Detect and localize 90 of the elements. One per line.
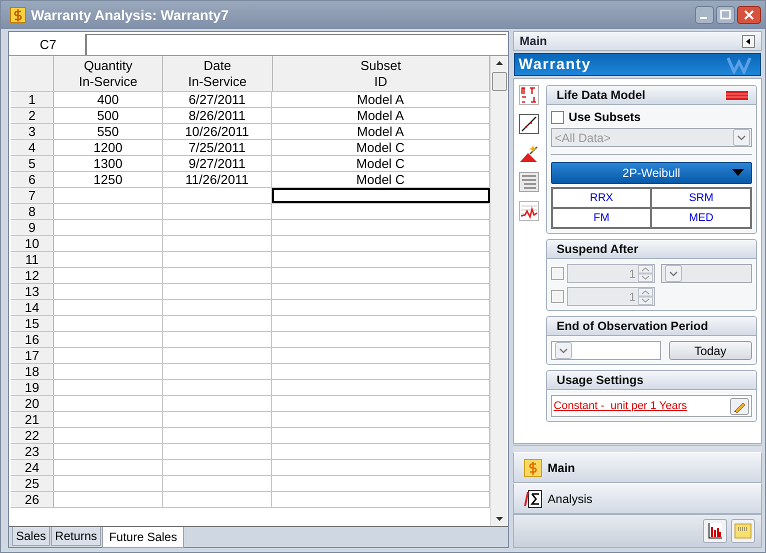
parameters-icon[interactable] bbox=[518, 85, 539, 105]
pencil-icon[interactable] bbox=[730, 398, 749, 414]
plot-line-icon[interactable] bbox=[518, 114, 539, 134]
sheet-tab[interactable]: Future Sales bbox=[102, 527, 184, 548]
section-header[interactable]: Usage Settings bbox=[546, 371, 756, 390]
row-header[interactable]: 8 bbox=[11, 204, 54, 219]
expand-icon[interactable] bbox=[726, 90, 748, 100]
nav-item[interactable]: Analysis bbox=[512, 483, 762, 514]
section-header[interactable]: Suspend After bbox=[546, 240, 756, 259]
row-header[interactable]: 9 bbox=[11, 220, 54, 235]
row-header[interactable]: 5 bbox=[11, 156, 54, 171]
distribution-button[interactable]: 2P-Weibull bbox=[550, 162, 752, 184]
section-title: Usage Settings bbox=[556, 373, 644, 387]
row-header[interactable]: 18 bbox=[11, 364, 54, 379]
row-header[interactable]: 15 bbox=[11, 316, 54, 331]
sheet-tab[interactable]: Returns bbox=[51, 527, 102, 546]
corner-cell[interactable] bbox=[11, 56, 54, 91]
row-header[interactable]: 6 bbox=[11, 172, 54, 187]
row-header[interactable]: 19 bbox=[11, 380, 54, 395]
row-header[interactable]: 26 bbox=[11, 492, 54, 507]
dollar-icon bbox=[10, 7, 26, 23]
dropdown-arrow-icon bbox=[732, 169, 744, 176]
bar-chart-icon[interactable] bbox=[703, 519, 727, 543]
method-button[interactable]: SRM bbox=[651, 188, 751, 208]
row-header[interactable]: 4 bbox=[11, 140, 54, 155]
row-header[interactable]: 20 bbox=[11, 396, 54, 411]
sheet-tab[interactable]: Sales bbox=[12, 527, 50, 546]
method-button[interactable]: RRX bbox=[552, 188, 652, 208]
table-cell[interactable]: 7/25/2011 bbox=[163, 140, 272, 155]
section-header[interactable]: End of Observation Period bbox=[546, 317, 756, 336]
splitter-handle[interactable] bbox=[512, 445, 762, 452]
table-cell[interactable]: 400 bbox=[54, 92, 163, 107]
checkbox-label: Use Subsets bbox=[568, 110, 641, 124]
table-cell[interactable]: 11/26/2011 bbox=[163, 172, 272, 187]
row-header[interactable]: 23 bbox=[11, 444, 54, 459]
usage-link[interactable]: Constant - unit per 1 Years bbox=[554, 400, 687, 412]
table-cell[interactable]: 9/27/2011 bbox=[163, 156, 272, 171]
table-cell[interactable]: 550 bbox=[54, 124, 163, 139]
row-header[interactable]: 21 bbox=[11, 412, 54, 427]
chart-icon[interactable] bbox=[518, 201, 539, 221]
table-cell[interactable]: 500 bbox=[54, 108, 163, 123]
column-header[interactable]: Subset ID bbox=[272, 56, 490, 91]
method-button[interactable]: FM bbox=[552, 208, 652, 228]
table-cell[interactable]: 6/27/2011 bbox=[163, 92, 272, 107]
scrollbar[interactable] bbox=[490, 56, 507, 526]
table-cell[interactable]: 10/26/2011 bbox=[163, 124, 272, 139]
row-header[interactable]: 2 bbox=[11, 108, 54, 123]
row-header[interactable]: 1 bbox=[11, 92, 54, 107]
panel-title: Main bbox=[520, 34, 548, 48]
collapse-icon[interactable] bbox=[742, 34, 755, 48]
table-cell[interactable]: 1250 bbox=[54, 172, 163, 187]
checkbox[interactable] bbox=[550, 110, 564, 124]
nav-item[interactable]: Main bbox=[512, 452, 762, 483]
spinner-arrows-icon bbox=[638, 265, 653, 282]
row-header[interactable]: 13 bbox=[11, 284, 54, 299]
section-title: Life Data Model bbox=[556, 88, 646, 102]
column-header[interactable]: Date In-Service bbox=[163, 56, 272, 91]
minimize-icon[interactable] bbox=[695, 6, 714, 24]
row-header[interactable]: 10 bbox=[11, 236, 54, 251]
section-title: Suspend After bbox=[556, 242, 638, 256]
wizard-icon[interactable] bbox=[518, 143, 539, 163]
window-title: Warranty Analysis: Warranty7 bbox=[31, 7, 229, 23]
dollar-icon bbox=[524, 458, 542, 476]
date-dropdown[interactable] bbox=[550, 341, 661, 360]
row-header[interactable]: 17 bbox=[11, 348, 54, 363]
today-button[interactable]: Today bbox=[668, 341, 752, 360]
table-cell[interactable] bbox=[272, 188, 490, 203]
sigma-document-icon bbox=[524, 490, 542, 508]
row-header[interactable]: 3 bbox=[11, 124, 54, 139]
row-header[interactable]: 25 bbox=[11, 476, 54, 491]
row-header[interactable]: 12 bbox=[11, 268, 54, 283]
row-header[interactable]: 24 bbox=[11, 460, 54, 475]
column-header[interactable]: Quantity In-Service bbox=[54, 56, 164, 91]
row-header[interactable]: 16 bbox=[11, 332, 54, 347]
scroll-thumb[interactable] bbox=[492, 72, 506, 91]
row-header[interactable]: 22 bbox=[11, 428, 54, 443]
close-icon[interactable] bbox=[737, 6, 761, 24]
section-header[interactable]: Life Data Model bbox=[546, 86, 756, 105]
maximize-icon[interactable] bbox=[716, 6, 735, 24]
section-title: End of Observation Period bbox=[556, 319, 708, 333]
row-header[interactable]: 11 bbox=[11, 252, 54, 267]
table-cell[interactable]: 1300 bbox=[54, 156, 163, 171]
table-cell[interactable]: 1200 bbox=[54, 140, 163, 155]
method-button[interactable]: MED bbox=[651, 208, 751, 228]
unit-dropdown[interactable] bbox=[660, 264, 752, 283]
row-header[interactable]: 14 bbox=[11, 300, 54, 315]
banner-title: Warranty bbox=[518, 56, 592, 73]
table-cell[interactable]: 8/26/2011 bbox=[163, 108, 272, 123]
spinner-arrows-icon bbox=[638, 288, 653, 305]
row-header[interactable]: 7 bbox=[11, 188, 54, 203]
